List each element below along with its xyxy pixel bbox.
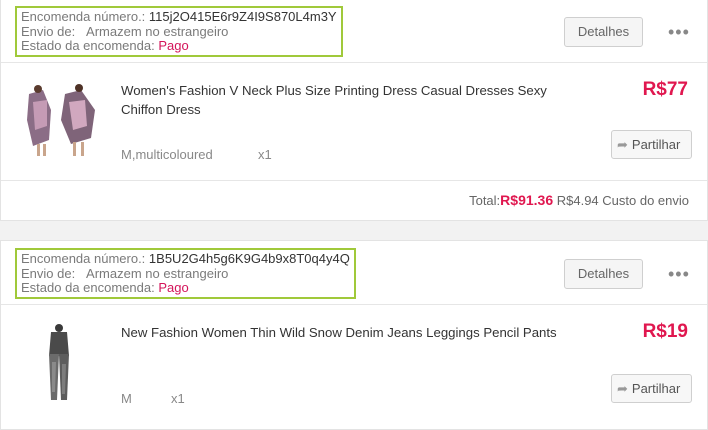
product-quantity: x1 <box>258 147 272 162</box>
product-image[interactable] <box>21 322 101 402</box>
product-price: R$77 <box>642 79 688 100</box>
order-item: Women's Fashion V Neck Plus Size Printin… <box>1 63 707 180</box>
order-total: Total:R$91.36 R$4.94 Custo do envio <box>1 180 707 218</box>
status-label: Estado da encomenda: <box>21 38 155 53</box>
order-header: Encomenda número.: 1B5U2G4h5g6K9G4b9x8T0… <box>1 241 707 305</box>
order-status: Pago <box>158 280 189 295</box>
total-amount: R$91.36 <box>500 192 554 208</box>
details-button[interactable]: Detalhes <box>564 17 643 47</box>
share-button[interactable]: ➦ Partilhar <box>611 374 692 403</box>
order-info-box: Encomenda número.: 115j2O415E6r9Z4I9S870… <box>15 6 343 57</box>
order-card: Encomenda número.: 1B5U2G4h5g6K9G4b9x8T0… <box>0 240 708 430</box>
order-info-box: Encomenda número.: 1B5U2G4h5g6K9G4b9x8T0… <box>15 248 356 299</box>
share-label: Partilhar <box>631 381 681 396</box>
more-dots-icon[interactable]: ••• <box>668 23 690 41</box>
more-dots-icon[interactable]: ••• <box>668 265 690 283</box>
order-status: Pago <box>158 38 189 53</box>
product-title[interactable]: Women's Fashion V Neck Plus Size Printin… <box>121 81 561 119</box>
shipping-label: Envio de: <box>21 23 76 39</box>
share-button[interactable]: ➦ Partilhar <box>611 130 692 159</box>
shipping-origin: Armazem no estrangeiro <box>86 23 229 39</box>
order-item: New Fashion Women Thin Wild Snow Denim J… <box>1 305 707 422</box>
total-label: Total: <box>469 193 501 208</box>
order-header: Encomenda número.: 115j2O415E6r9Z4I9S870… <box>1 0 707 63</box>
order-number-label: Encomenda número.: <box>21 9 146 24</box>
shipping-label: Envio de: <box>21 265 76 281</box>
product-variant: M <box>121 391 132 406</box>
details-button[interactable]: Detalhes <box>564 259 643 289</box>
product-variant: M,multicoloured <box>121 147 213 162</box>
order-number: 1B5U2G4h5g6K9G4b9x8T0q4y4Q <box>148 251 350 266</box>
product-image[interactable] <box>21 80 101 160</box>
product-price: R$19 <box>642 321 688 342</box>
product-quantity: x1 <box>171 391 185 406</box>
share-label: Partilhar <box>631 137 681 152</box>
shipping-origin: Armazem no estrangeiro <box>86 265 229 281</box>
product-title[interactable]: New Fashion Women Thin Wild Snow Denim J… <box>121 323 561 342</box>
order-number-label: Encomenda número.: <box>21 251 146 266</box>
status-label: Estado da encomenda: <box>21 280 155 295</box>
order-card: Encomenda número.: 115j2O415E6r9Z4I9S870… <box>0 0 708 221</box>
order-number: 115j2O415E6r9Z4I9S870L4m3Y <box>148 9 337 24</box>
shipping-cost: R$4.94 Custo do envio <box>556 193 689 208</box>
share-arrow-icon: ➦ <box>617 381 628 396</box>
share-arrow-icon: ➦ <box>617 137 628 152</box>
